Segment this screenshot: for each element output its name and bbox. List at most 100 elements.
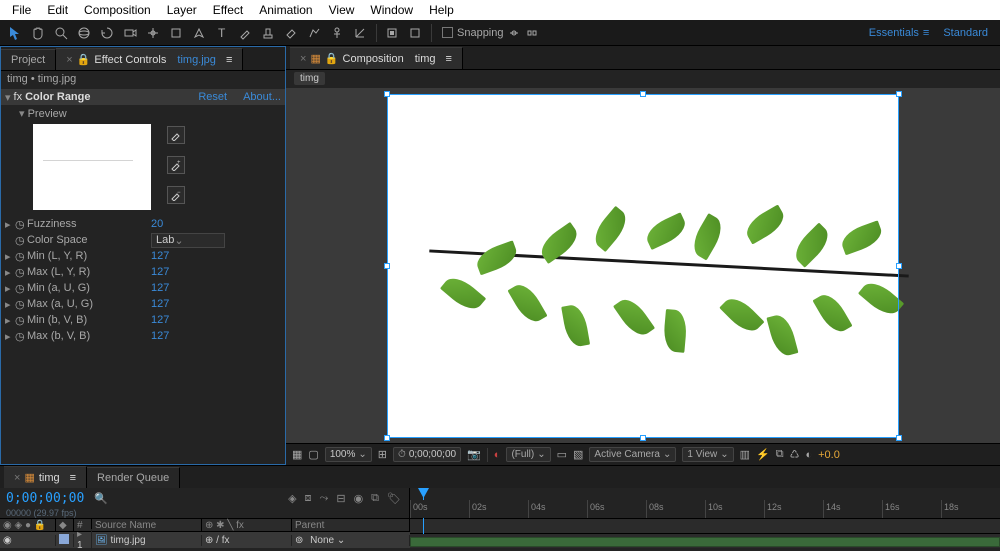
resize-handle[interactable] [384,435,390,441]
layer-color-label[interactable] [59,534,69,544]
eyedropper-plus-icon[interactable]: + [167,156,185,174]
parent-dropdown[interactable]: None ⌄ [306,535,361,546]
menu-layer[interactable]: Layer [159,1,205,19]
layer-switches[interactable]: ⊕ / fx [202,535,292,546]
effect-row-color-range[interactable]: ▾ fx Color Range Reset About... [1,89,285,105]
text-tool-icon[interactable]: T [211,22,233,44]
timeline-icon[interactable]: ⧉ [776,448,784,461]
prop-color-space[interactable]: ◷Color SpaceLab ⌄ [5,232,285,248]
prop-min-bvb[interactable]: ▸◷Min (b, V, B)127 [5,312,285,328]
layer-duration-bar[interactable] [410,537,1000,547]
prop-min-lyr[interactable]: ▸◷Min (L, Y, R)127 [5,248,285,264]
snapping-toggle[interactable]: Snapping [442,27,538,39]
mode-icon-1[interactable] [381,22,403,44]
menu-help[interactable]: Help [421,1,462,19]
pen-tool-icon[interactable] [188,22,210,44]
timeline-layer-bar-track[interactable] [410,534,1000,548]
stopwatch-icon[interactable]: ◷ [15,250,27,263]
timecode-display[interactable]: ⏱ 0;00;00;00 [393,447,461,462]
camera-dropdown[interactable]: Active Camera ⌄ [589,447,676,462]
close-icon[interactable]: × [300,53,306,65]
resize-handle[interactable] [896,91,902,97]
zoom-tool-icon[interactable] [50,22,72,44]
prop-max-lyr[interactable]: ▸◷Max (L, Y, R)127 [5,264,285,280]
hand-tool-icon[interactable] [27,22,49,44]
close-icon[interactable]: × [14,472,20,484]
visibility-eye-icon[interactable]: ◉ [3,535,12,546]
shape-tool-icon[interactable] [165,22,187,44]
channel-icon[interactable]: ◐ [494,449,501,461]
prop-max-bvb[interactable]: ▸◷Max (b, V, B)127 [5,328,285,344]
stopwatch-icon[interactable]: ◷ [15,314,27,327]
stopwatch-icon[interactable]: ◷ [15,298,27,311]
col-source[interactable]: Source Name [92,519,202,531]
region-icon[interactable]: ▭ [557,448,567,461]
shy-icon[interactable]: ⤳ [320,492,329,505]
menu-file[interactable]: File [4,1,39,19]
comp-breadcrumb-chip[interactable]: timg [294,72,325,85]
mask-icon[interactable]: ▢ [308,448,318,461]
puppet-tool-icon[interactable] [326,22,348,44]
resize-handle[interactable] [640,91,646,97]
stopwatch-icon[interactable]: ◷ [15,234,27,247]
exposure-value[interactable]: +0.0 [818,449,840,461]
frame-blend-icon[interactable]: ⊟ [336,492,345,505]
zoom-dropdown[interactable]: 100% ⌄ [325,447,372,462]
panel-menu-icon[interactable]: ≡ [70,472,76,484]
workspace-essentials[interactable]: Essentials≡ [869,27,930,39]
resize-handle[interactable] [384,91,390,97]
lock-icon[interactable]: 🔒 [325,52,339,65]
menu-effect[interactable]: Effect [205,1,251,19]
graph-editor-icon[interactable]: ⧉ [371,492,379,505]
rotate-tool-icon[interactable] [96,22,118,44]
draft3d-icon[interactable]: ⧈ [305,492,312,505]
close-icon[interactable]: × [66,54,72,66]
roto-tool-icon[interactable] [303,22,325,44]
canvas[interactable] [387,94,899,438]
view-dropdown[interactable]: 1 View ⌄ [682,447,733,462]
menu-edit[interactable]: Edit [39,1,76,19]
composition-viewport[interactable] [286,88,1000,443]
eyedropper-minus-icon[interactable]: − [167,186,185,204]
panel-menu-icon[interactable]: ≡ [226,54,232,66]
local-axis-icon[interactable] [349,22,371,44]
eraser-tool-icon[interactable] [280,22,302,44]
resize-handle[interactable] [640,435,646,441]
snapshot-icon[interactable]: 📷 [467,448,481,461]
menu-composition[interactable]: Composition [76,1,159,19]
resolution-dropdown[interactable]: (Full) ⌄ [506,447,550,462]
fast-preview-icon[interactable]: ⚡ [756,448,770,461]
workspace-standard[interactable]: Standard [943,27,988,39]
res-icon[interactable]: ⊞ [378,448,387,461]
transparency-icon[interactable]: ▧ [573,448,583,461]
eyedropper-icon[interactable] [167,126,185,144]
stopwatch-icon[interactable]: ◷ [15,330,27,343]
selection-tool-icon[interactable] [4,22,26,44]
timeline-layer-row[interactable]: ◉ ▸ 1 🖼 timg.jpg ⊕ / fx ⊚ None ⌄ [0,532,410,548]
menu-window[interactable]: Window [362,1,421,19]
flowchart-icon[interactable]: ♺ [790,448,800,461]
menu-view[interactable]: View [321,1,363,19]
effect-about[interactable]: About... [243,91,281,103]
mode-icon-2[interactable] [404,22,426,44]
pickwhip-icon[interactable]: ⊚ [295,535,303,546]
tag-icon[interactable]: 🏷 [387,492,401,505]
resize-handle[interactable] [896,435,902,441]
camera-tool-icon[interactable] [119,22,141,44]
layer-name[interactable]: timg.jpg [110,535,145,546]
resize-handle[interactable] [896,263,902,269]
color-space-dropdown[interactable]: Lab ⌄ [151,233,225,248]
pixel-aspect-icon[interactable]: ▥ [740,448,750,461]
stopwatch-icon[interactable]: ◷ [15,282,27,295]
anchor-tool-icon[interactable] [142,22,164,44]
orbit-tool-icon[interactable] [73,22,95,44]
tab-render-queue[interactable]: Render Queue [87,467,180,488]
resize-handle[interactable] [384,263,390,269]
motion-blur-icon[interactable]: ◉ [354,492,364,505]
snapping-checkbox-icon[interactable] [442,27,453,38]
reset-exposure-icon[interactable]: ◐ [805,449,812,461]
timeline-timecode[interactable]: 0;00;00;00 [6,491,84,506]
brush-tool-icon[interactable] [234,22,256,44]
effect-reset[interactable]: Reset [198,91,227,103]
stopwatch-icon[interactable]: ◷ [15,218,27,231]
